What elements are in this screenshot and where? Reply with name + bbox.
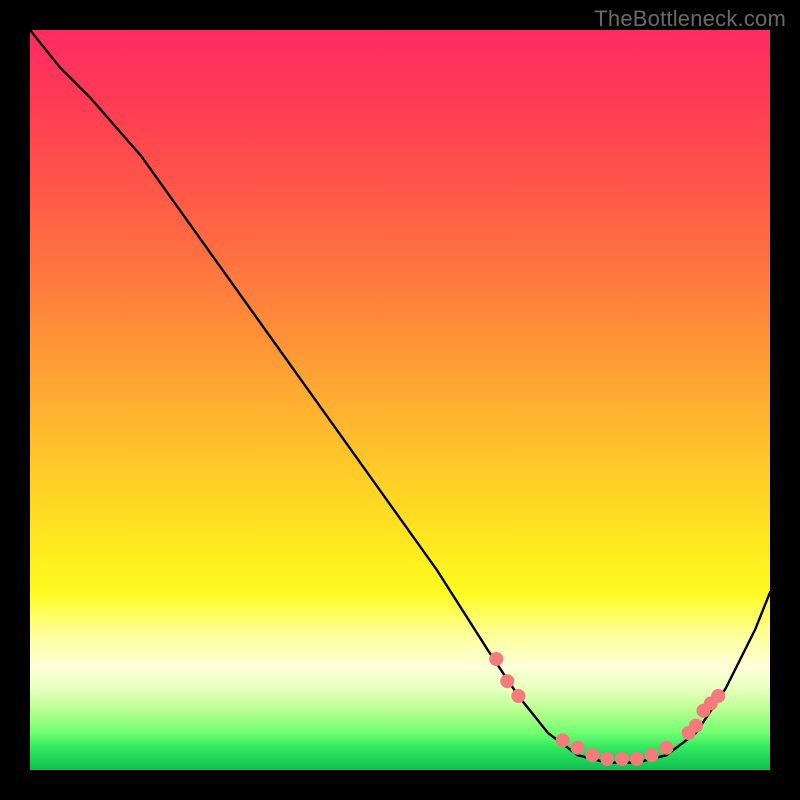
curve-marker — [556, 733, 570, 747]
curve-marker — [489, 652, 503, 666]
curve-marker — [689, 719, 703, 733]
curve-marker — [500, 674, 514, 688]
curve-marker — [630, 752, 644, 766]
curve-marker — [645, 748, 659, 762]
curve-marker — [571, 741, 585, 755]
plot-area — [30, 30, 770, 770]
chart-frame: TheBottleneck.com — [0, 0, 800, 800]
chart-svg — [30, 30, 770, 770]
curve-marker — [600, 752, 614, 766]
curve-line — [30, 30, 770, 763]
curve-marker — [711, 689, 725, 703]
curve-marker — [585, 748, 599, 762]
curve-markers — [489, 652, 725, 766]
watermark-text: TheBottleneck.com — [594, 6, 786, 32]
curve-marker — [511, 689, 525, 703]
curve-marker — [615, 752, 629, 766]
curve-marker — [659, 741, 673, 755]
